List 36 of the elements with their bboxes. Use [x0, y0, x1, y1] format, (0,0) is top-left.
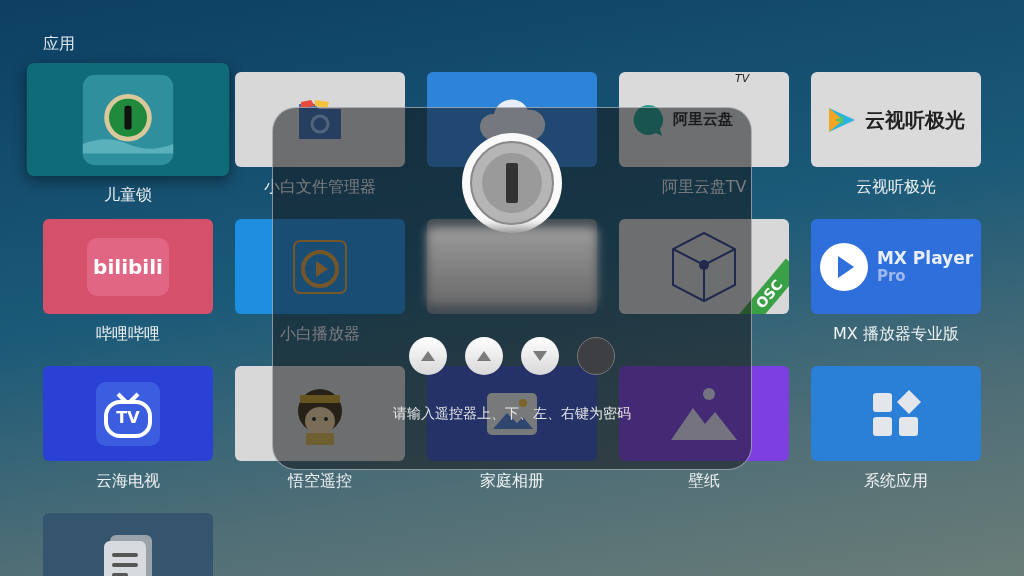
app-label: 云海电视: [96, 471, 160, 492]
app-logo-text: 云视听极光: [865, 108, 965, 131]
tv-logo-text: TV: [115, 407, 141, 427]
app-label: MX 播放器专业版: [833, 324, 959, 345]
keyhole-lock-icon: [470, 141, 554, 225]
mx-player-logo: MX Player: [876, 248, 974, 268]
app-label: 壁纸: [688, 471, 720, 492]
app-tile[interactable]: 云视听极光: [811, 72, 981, 167]
tv-superscript: TV: [735, 72, 750, 85]
app-tile[interactable]: 阿里云盘 TV: [619, 72, 789, 167]
bilibili-logo: bilibili: [87, 237, 169, 296]
app-tile[interactable]: [26, 62, 230, 176]
app-label: 云视听极光: [856, 177, 936, 198]
app-label: 阿里云盘TV: [661, 177, 747, 198]
app-tile[interactable]: [235, 219, 405, 314]
section-title: 应用: [43, 34, 76, 55]
apps-grid-icon: [871, 388, 921, 439]
app-label: 小白播放器: [280, 324, 360, 345]
app-label: 悟空遥控: [288, 471, 352, 492]
up-arrow-icon: [476, 350, 492, 362]
app-tile[interactable]: bilibili: [43, 219, 213, 314]
chat-bubble-icon: [631, 102, 665, 137]
app-label: 家庭相册: [480, 471, 544, 492]
pro-logo-text: Pro: [876, 267, 907, 285]
app-tile[interactable]: [811, 366, 981, 461]
play-circle-icon: [818, 241, 869, 292]
app-tile[interactable]: MX Player Pro: [811, 219, 981, 314]
down-arrow-icon: [532, 350, 548, 362]
app-tile[interactable]: [235, 72, 405, 167]
app-tile[interactable]: TV: [43, 366, 213, 461]
up-arrow-icon: [420, 350, 436, 362]
app-logo-text: 阿里云盘: [673, 111, 733, 128]
app-label: 哔哩哔哩: [96, 324, 160, 345]
app-label: 系统应用: [864, 471, 928, 492]
app-label: 儿童锁: [104, 185, 152, 206]
tv-icon: [96, 381, 160, 446]
